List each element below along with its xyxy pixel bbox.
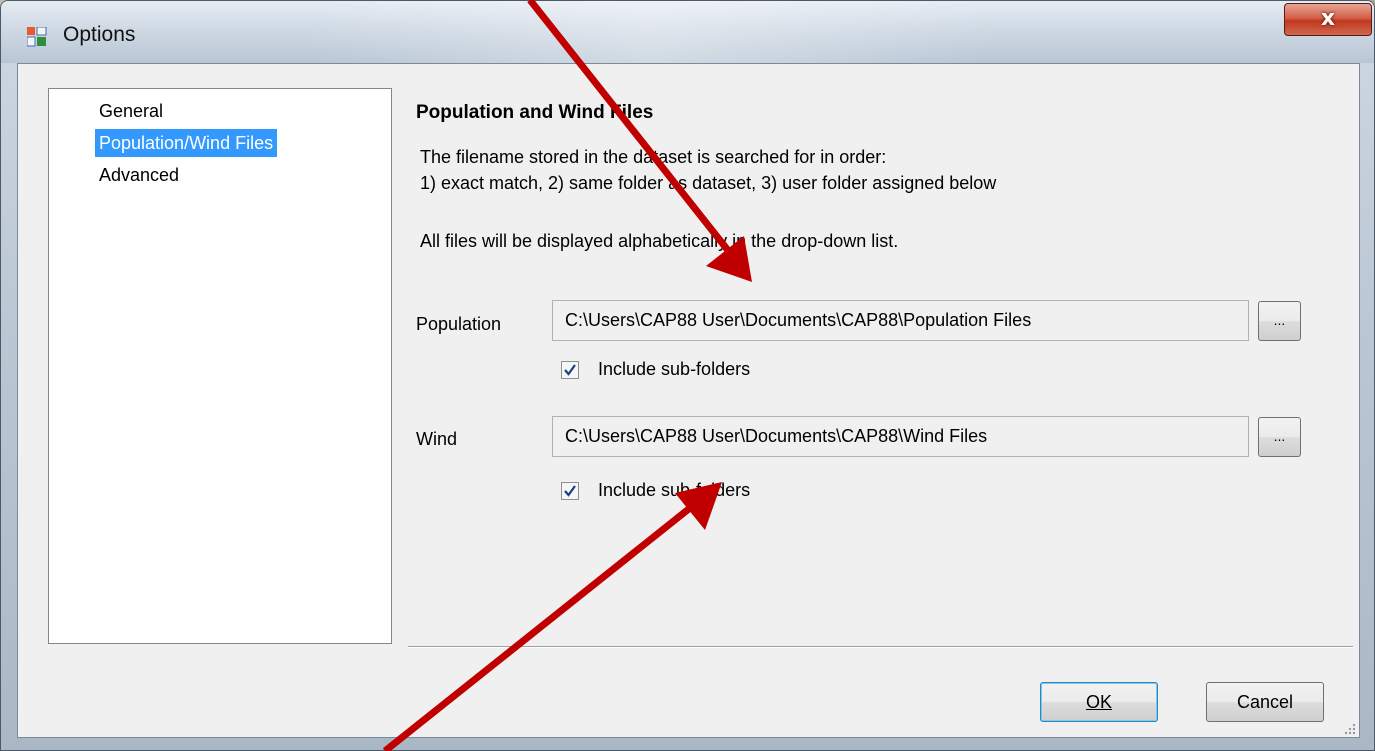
wind-path-field[interactable]: C:\Users\CAP88 User\Documents\CAP88\Wind…	[552, 416, 1249, 457]
population-browse-button[interactable]: ...	[1258, 301, 1301, 341]
ok-button[interactable]: OK	[1040, 682, 1158, 722]
cancel-button-label: Cancel	[1236, 692, 1294, 712]
nav-item-advanced[interactable]: Advanced	[95, 161, 183, 189]
close-button[interactable]: x	[1284, 3, 1372, 36]
wind-include-subfolders-label[interactable]: Include sub-folders	[598, 480, 750, 501]
description-line-1: The filename stored in the dataset is se…	[420, 147, 887, 167]
population-include-subfolders-label[interactable]: Include sub-folders	[598, 359, 750, 380]
population-label: Population	[416, 314, 502, 334]
checkmark-icon	[564, 364, 576, 376]
section-title: Population and Wind Files	[416, 102, 654, 123]
wind-label: Wind	[416, 429, 458, 449]
resize-grip-icon[interactable]	[1343, 722, 1357, 736]
separator-line	[408, 646, 1353, 648]
window-title: Options	[63, 23, 136, 46]
title-bar-glare	[301, 1, 1001, 63]
cancel-button[interactable]: Cancel	[1206, 682, 1324, 722]
checkmark-icon	[564, 485, 576, 497]
title-bar[interactable]: Options x	[1, 1, 1374, 63]
ok-button-label: OK	[1085, 692, 1112, 712]
app-icon	[27, 27, 47, 47]
wind-include-subfolders-checkbox[interactable]	[561, 482, 579, 500]
options-category-tree[interactable]: General Population/Wind Files Advanced	[48, 88, 392, 644]
close-icon: x	[1320, 6, 1336, 31]
nav-item-general[interactable]: General	[95, 97, 167, 125]
population-path-field[interactable]: C:\Users\CAP88 User\Documents\CAP88\Popu…	[552, 300, 1249, 341]
description-line-3: All files will be displayed alphabetical…	[420, 231, 899, 251]
dialog-client-area: General Population/Wind Files Advanced P…	[17, 63, 1360, 738]
options-dialog: Options x General Population/Wind Files …	[0, 0, 1375, 751]
wind-browse-button[interactable]: ...	[1258, 417, 1301, 457]
nav-item-population-wind-files[interactable]: Population/Wind Files	[95, 129, 278, 157]
population-include-subfolders-checkbox[interactable]	[561, 361, 579, 379]
description-line-2: 1) exact match, 2) same folder as datase…	[420, 173, 997, 193]
